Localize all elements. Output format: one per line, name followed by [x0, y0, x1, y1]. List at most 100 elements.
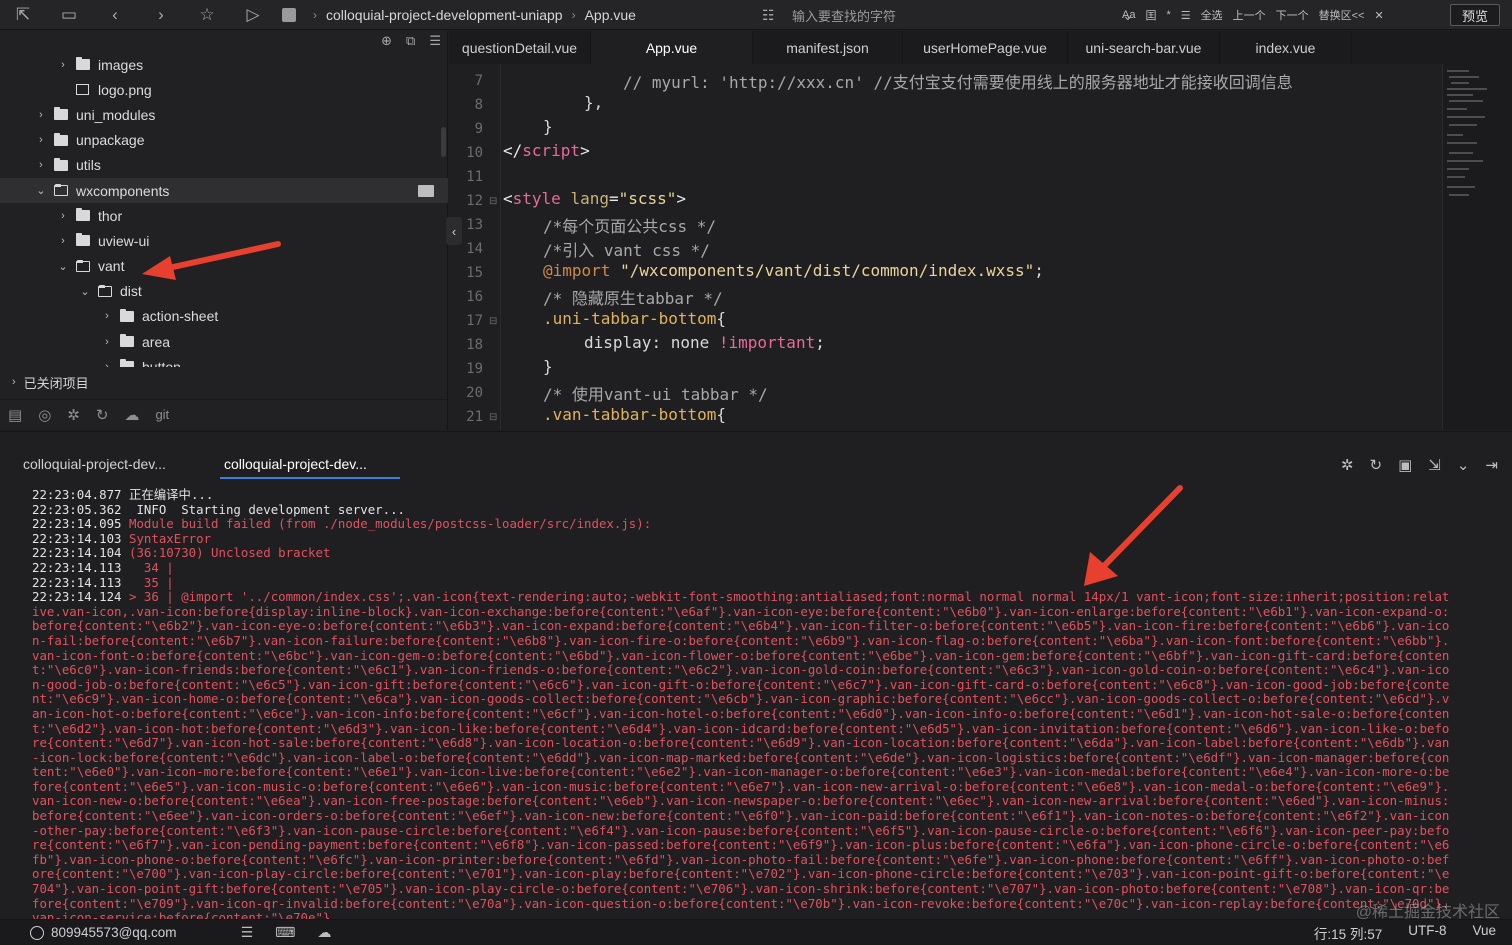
tree-item-label: wxcomponents: [76, 182, 170, 199]
log-line: 22:23:14.095 Module build failed (from .…: [32, 516, 1512, 532]
tree-item[interactable]: › utils: [0, 153, 448, 178]
bug-icon[interactable]: ✲: [1341, 456, 1354, 474]
tree-item[interactable]: › images: [0, 52, 448, 77]
minimap-line: [1449, 100, 1483, 102]
editor-tab[interactable]: manifest.json: [753, 31, 903, 64]
replace-toggle-button[interactable]: 替换区<<: [1319, 7, 1365, 23]
editor-tab[interactable]: uni-search-bar.vue: [1068, 31, 1220, 64]
minimap-line: [1447, 94, 1473, 96]
minimap-line: [1447, 168, 1469, 170]
regex-button[interactable]: *: [1166, 9, 1170, 21]
status-user[interactable]: 809945573@qq.com: [30, 925, 177, 940]
breadcrumb-file[interactable]: App.vue: [585, 7, 636, 23]
code-editor[interactable]: 7 8 9 10 11 12 ⊟ 13 14 15 16 17 ⊟ 18 19 20 21 ⊟ // myurl:…: [449, 64, 1442, 430]
restart-icon[interactable]: ↻: [1370, 456, 1383, 474]
export-icon[interactable]: ⇲: [1428, 456, 1441, 474]
tree-item[interactable]: › area: [0, 329, 448, 354]
cloud-icon[interactable]: ☁: [124, 406, 139, 424]
git-button[interactable]: git: [155, 407, 169, 422]
chevron-down-icon[interactable]: ⌄: [78, 285, 92, 298]
chevron-right-icon[interactable]: ›: [100, 336, 114, 348]
save-icon[interactable]: ▭: [46, 0, 92, 30]
minimap-line: [1447, 142, 1477, 144]
chevron-right-icon[interactable]: ›: [100, 310, 114, 322]
file-encoding[interactable]: UTF-8: [1408, 923, 1446, 943]
back-icon[interactable]: ‹: [92, 0, 138, 30]
console-output[interactable]: 22:23:04.877 正在编译中... 22:23:05.362 INFO S…: [0, 488, 1512, 919]
console-tab-2[interactable]: colloquial-project-dev...: [224, 456, 367, 472]
folder-open-icon: [54, 184, 68, 197]
line-number: 19: [466, 361, 483, 377]
console-tab-1[interactable]: colloquial-project-dev...: [23, 456, 166, 472]
code-line-13: /*每个页面公共css */: [543, 217, 717, 236]
preview-button[interactable]: 预览: [1450, 4, 1500, 26]
log-text: SyntaxError: [121, 530, 212, 546]
tree-item[interactable]: › unpackage: [0, 128, 448, 153]
fold-icon[interactable]: ⊟: [489, 196, 501, 207]
tree-item[interactable]: › button: [0, 354, 448, 367]
editor-tab[interactable]: questionDetail.vue: [449, 31, 591, 64]
close-split-icon[interactable]: ⇥: [1485, 456, 1498, 474]
collapse-sidebar-button[interactable]: ‹: [446, 217, 462, 245]
editor-tab[interactable]: App.vue: [591, 31, 753, 64]
editor-tab[interactable]: index.vue: [1220, 31, 1352, 64]
tree-item[interactable]: › thor: [0, 203, 448, 228]
selection-button[interactable]: ☰: [1181, 9, 1191, 22]
chevron-down-icon[interactable]: ⌄: [34, 184, 48, 197]
whole-word-button[interactable]: 囯: [1145, 7, 1156, 23]
minimap[interactable]: [1442, 64, 1512, 430]
cloud-icon[interactable]: ☁: [317, 924, 331, 941]
sync-icon[interactable]: ↻: [96, 406, 109, 424]
folder-icon[interactable]: [418, 184, 434, 197]
tree-item[interactable]: logo.png: [0, 77, 448, 102]
chevron-right-icon[interactable]: ›: [34, 109, 48, 121]
search-input[interactable]: 输入要查找的字符: [792, 6, 1122, 25]
cursor-position[interactable]: 行:15 列:57: [1314, 923, 1382, 943]
chevron-right-icon[interactable]: ›: [34, 159, 48, 171]
chevron-right-icon[interactable]: ›: [56, 210, 70, 222]
sidebar-scrollbar[interactable]: [441, 127, 446, 157]
tree-item[interactable]: ⌄ wxcomponents: [0, 177, 448, 204]
binoculars-icon[interactable]: ◎: [38, 406, 51, 424]
log-timestamp: 22:23:04.877: [32, 488, 122, 502]
chevron-down-icon[interactable]: ⌄: [56, 260, 70, 273]
select-all-button[interactable]: 全选: [1201, 7, 1223, 23]
code-token: >: [676, 189, 687, 208]
star-icon[interactable]: ☆: [184, 0, 230, 30]
fold-icon[interactable]: ⊟: [489, 316, 501, 327]
code-token: ;: [1034, 261, 1044, 280]
next-match-button[interactable]: 下一个: [1276, 7, 1309, 23]
chevron-right-icon[interactable]: ›: [34, 134, 48, 146]
new-file-icon[interactable]: ⇱: [0, 0, 46, 30]
terminal-icon[interactable]: ⌨: [275, 924, 295, 941]
locate-icon[interactable]: ⊕: [381, 33, 392, 49]
bug-icon[interactable]: ✲: [67, 406, 80, 424]
file-language[interactable]: Vue: [1472, 923, 1496, 943]
tree-item[interactable]: › uni_modules: [0, 102, 448, 127]
tree-item[interactable]: › action-sheet: [0, 304, 448, 329]
breadcrumb-project[interactable]: colloquial-project-development-uniapp: [326, 7, 563, 23]
list-icon[interactable]: ☰: [241, 924, 254, 941]
match-case-button[interactable]: Aa: [1122, 9, 1135, 21]
fold-icon[interactable]: ⊟: [489, 412, 501, 423]
minimap-line: [1451, 82, 1469, 84]
chevron-right-icon[interactable]: ›: [56, 235, 70, 247]
run-icon[interactable]: ▷: [230, 0, 276, 30]
editor-tab[interactable]: userHomePage.vue: [903, 31, 1068, 64]
stop-icon[interactable]: ▣: [1398, 456, 1412, 474]
chevron-down-icon[interactable]: ⌄: [1457, 456, 1470, 474]
folder-icon: [54, 132, 68, 146]
menu-icon[interactable]: ☰: [429, 33, 441, 49]
close-find-button[interactable]: ✕: [1374, 9, 1383, 22]
chevron-right-icon[interactable]: ›: [56, 59, 70, 71]
log-timestamp: 22:23:14.124: [32, 589, 122, 605]
closed-projects[interactable]: › 已关闭项目: [0, 371, 448, 393]
prev-match-button[interactable]: 上一个: [1233, 7, 1266, 23]
code-token: display: [584, 333, 652, 352]
collapse-all-icon[interactable]: ⧉: [406, 33, 415, 49]
chevron-right-icon[interactable]: ›: [100, 361, 114, 367]
forward-icon[interactable]: ›: [138, 0, 184, 30]
code-token: lang: [560, 189, 609, 208]
find-icon: ☷: [762, 6, 775, 23]
file-tree-icon[interactable]: ▤: [8, 406, 22, 424]
